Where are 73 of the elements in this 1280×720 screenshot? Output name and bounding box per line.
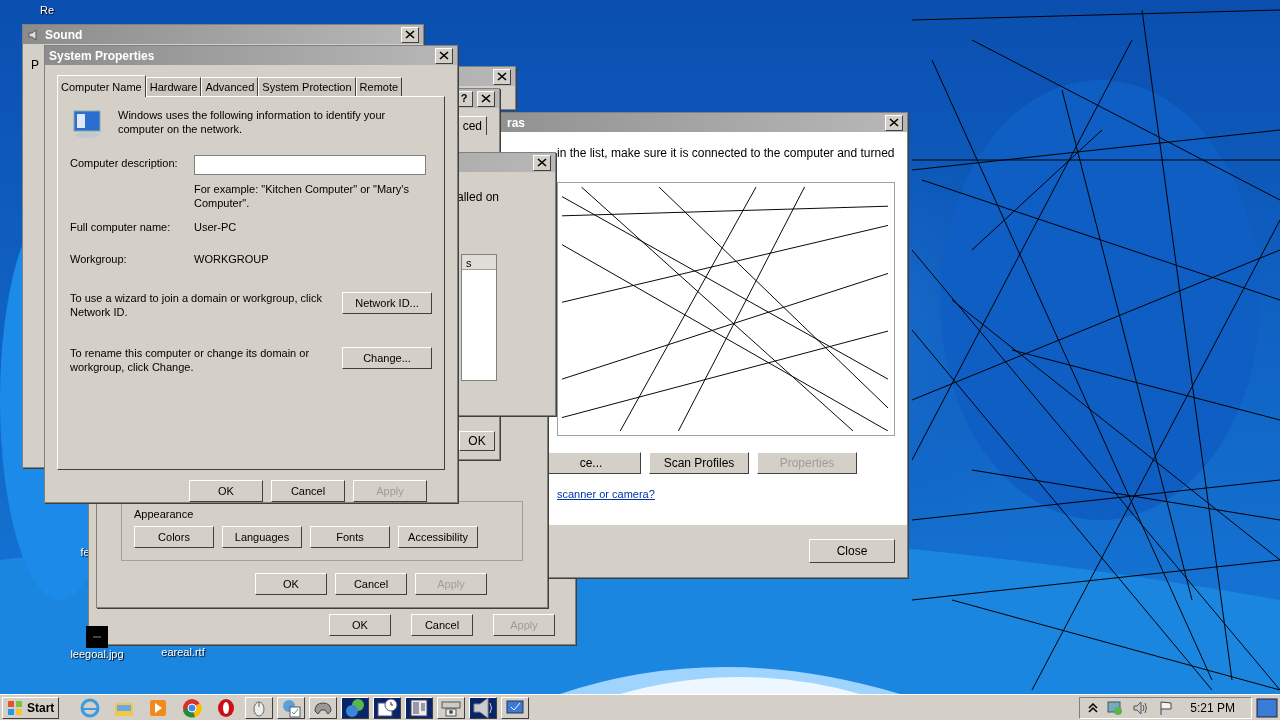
close-button[interactable]: [885, 114, 903, 131]
window-title: Sound: [45, 26, 83, 44]
close-icon: [439, 51, 449, 60]
dialog-button[interactable]: OK: [329, 614, 391, 636]
close-button[interactable]: [435, 47, 453, 64]
close-icon: [497, 72, 507, 81]
flag-icon[interactable]: [1158, 699, 1175, 716]
close-icon: [537, 158, 547, 167]
dialog-button[interactable]: OK: [189, 480, 263, 502]
network-id-button[interactable]: Network ID...: [342, 291, 432, 314]
window-title: System Properties: [49, 47, 155, 65]
dialog-button[interactable]: Cancel: [335, 573, 407, 595]
field-value: User-PC: [194, 219, 238, 235]
windows-logo-icon: [7, 699, 23, 716]
description-field[interactable]: [194, 155, 426, 176]
taskbar-button[interactable]: [277, 696, 306, 719]
close-button[interactable]: [493, 68, 511, 85]
close-icon: [481, 94, 491, 103]
dialog-button[interactable]: Cancel: [411, 614, 473, 636]
column-header[interactable]: s: [462, 255, 496, 270]
field-label: Full computer name:: [70, 219, 172, 235]
intro-text: Windows uses the following information to identify your computer on the network.: [118, 109, 387, 137]
taskbar-button[interactable]: [501, 696, 530, 719]
instruction-text: in the list, make sure it is connected to the computer and turned: [557, 145, 895, 162]
taskbar-button[interactable]: [437, 696, 466, 719]
tab[interactable]: Computer Name: [57, 75, 146, 98]
ok-button[interactable]: OK: [459, 431, 495, 451]
icon-label[interactable]: leegoal.jpg: [70, 648, 124, 662]
chevron-up-icon[interactable]: [1088, 702, 1099, 713]
change-button[interactable]: Change...: [342, 347, 432, 370]
taskbar-button[interactable]: [309, 696, 338, 719]
tab[interactable]: P: [31, 58, 39, 72]
hint-text: For example: "Kitchen Computer" or "Mary's Computer".: [194, 183, 410, 211]
dialog-button[interactable]: Scan Profiles: [649, 452, 749, 474]
tab[interactable]: Hardware: [145, 77, 202, 97]
image-file-icon: [86, 626, 108, 648]
close-icon: [889, 118, 899, 127]
instruction-text: To use a wizard to join a domain or workgroup, click Network ID.: [70, 291, 322, 320]
field-label: Workgroup:: [70, 252, 128, 268]
taskbar-button[interactable]: [405, 696, 434, 719]
close-icon: [405, 30, 415, 39]
taskbar-button[interactable]: [373, 696, 402, 719]
help-link[interactable]: scanner or camera?: [557, 486, 895, 503]
close-button[interactable]: [533, 154, 551, 171]
option-button[interactable]: Colors: [134, 526, 214, 548]
option-button[interactable]: Fonts: [310, 526, 390, 548]
group-title: Appearance: [134, 506, 195, 522]
field-label: Computer description:: [70, 156, 179, 172]
taskbar-button[interactable]: [245, 696, 274, 719]
close-button[interactable]: [477, 90, 495, 107]
close-button[interactable]: [401, 26, 419, 43]
network-icon[interactable]: [1106, 699, 1125, 716]
ie-icon: [79, 696, 102, 719]
icon-label[interactable]: eareal.rtf: [161, 646, 205, 660]
dialog-button[interactable]: Cancel: [271, 480, 345, 502]
tab[interactable]: Advanced: [201, 77, 259, 97]
option-button[interactable]: Accessibility: [398, 526, 478, 548]
clock[interactable]: 5:21 PM: [1190, 698, 1235, 717]
show-desktop-icon[interactable]: [1256, 697, 1278, 718]
start-button[interactable]: Start: [2, 696, 60, 719]
taskbar-button[interactable]: [341, 696, 370, 719]
network-icon: [344, 696, 367, 719]
tab[interactable]: Remote: [355, 77, 403, 97]
dialog-button[interactable]: OK: [255, 573, 327, 595]
field-value: WORKGROUP: [194, 252, 270, 268]
icon-label[interactable]: Re: [39, 4, 55, 18]
taskbar-button[interactable]: [469, 696, 498, 719]
description-text: alled on: [457, 189, 497, 206]
close-dialog-button[interactable]: Close: [809, 539, 895, 563]
window-title: ras: [507, 114, 526, 132]
option-button[interactable]: Languages: [222, 526, 302, 548]
tab[interactable]: System Protection: [258, 77, 356, 97]
instruction-text: To rename this computer or change its domain or workgroup, click Change.: [70, 347, 311, 375]
